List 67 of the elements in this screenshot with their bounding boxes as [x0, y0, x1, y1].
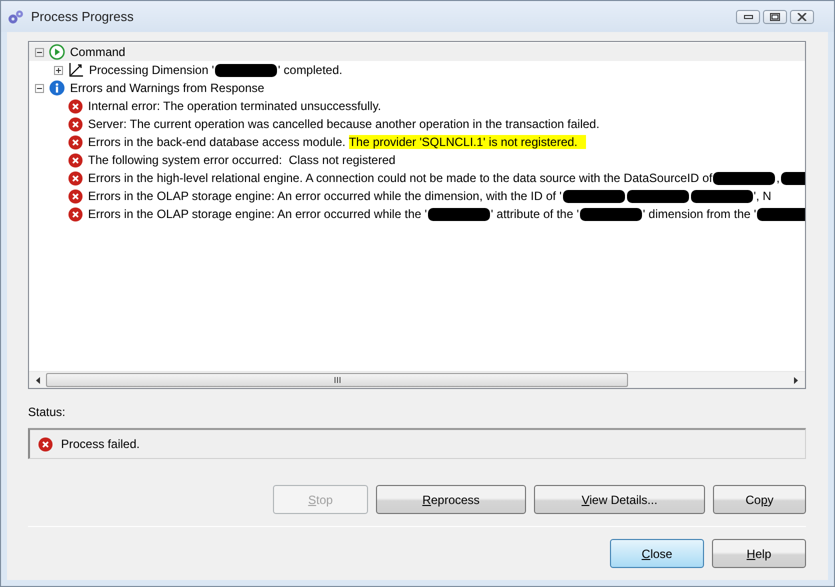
tree-item-text: ' completed. [278, 63, 342, 77]
redaction-mark [690, 190, 753, 202]
minimize-icon [744, 15, 752, 19]
action-button[interactable]: Copy [713, 485, 806, 514]
error-icon [68, 116, 83, 132]
tree-row[interactable]: Processing Dimension ' ' completed. [29, 61, 805, 79]
info-icon [49, 80, 65, 96]
redaction-mark [215, 64, 278, 76]
close-button[interactable] [790, 10, 814, 24]
tree-row[interactable]: Errors in the high-level relational engine. A connection could not be made to the data source with the DataSourceID of , [29, 169, 805, 187]
tree-item-text: Processing Dimension ' [89, 63, 214, 77]
status-text: Process failed. [61, 437, 140, 451]
tree-row[interactable]: Internal error: The operation terminated unsuccessfully. [29, 97, 805, 115]
error-icon [68, 206, 83, 222]
tree-item-text: Command [70, 45, 126, 59]
tree-item-text: Errors in the high-level relational engine. A connection could not be made to the data source with the DataSourceID of [88, 171, 712, 185]
scroll-left-icon[interactable] [35, 376, 40, 384]
tree-row[interactable]: Errors in the back-end database access module. The provider 'SQLNCLI.1' is not registered. [29, 133, 805, 151]
window-title: Process Progress [31, 9, 135, 24]
scrollbar-thumb[interactable] [46, 373, 628, 387]
expand-icon[interactable] [54, 66, 63, 74]
tree-item-text: Server: The current operation was cancelled because another operation in the transaction failed. [88, 117, 600, 131]
action-button[interactable]: Reprocess [376, 485, 526, 514]
redaction-mark [580, 208, 642, 220]
minimize-button[interactable] [736, 10, 760, 24]
collapse-icon[interactable] [35, 48, 44, 56]
tree-item-text: The following system error occurred: Class not registered [88, 153, 396, 167]
tree-item-text: ' dimension from the ' [642, 207, 756, 221]
action-button[interactable]: View Details... [534, 485, 705, 514]
dialog-button[interactable]: Close [610, 539, 704, 568]
dialog-button[interactable]: Help [712, 539, 806, 568]
error-icon [38, 436, 53, 452]
redaction-mark [428, 208, 490, 220]
tree-row[interactable]: Errors in the OLAP storage engine: An error occurred while the dimension, with the ID of ' ', N [29, 187, 805, 205]
tree-row[interactable]: The following system error occurred: Class not registered [29, 151, 805, 169]
horizontal-scrollbar[interactable] [29, 371, 805, 388]
error-icon [68, 188, 83, 204]
tree-row[interactable]: Errors and Warnings from Response [29, 79, 805, 97]
error-icon [68, 152, 83, 168]
play-icon [49, 44, 65, 60]
tree-item-text: Errors in the OLAP storage engine: An error occurred while the ' [88, 207, 427, 221]
axis-icon [68, 62, 84, 78]
highlighted-text: The provider 'SQLNCLI.1' is not registered. [348, 135, 586, 149]
tree-item-text: Internal error: The operation terminated unsuccessfully. [88, 99, 382, 113]
redaction-mark [713, 172, 776, 184]
tree-item-text: Errors in the OLAP storage engine: An error occurred while the dimension, with the ID of ' [88, 189, 562, 203]
redaction-mark [562, 190, 625, 202]
error-icon [68, 134, 83, 150]
tree-item-text: Errors and Warnings from Response [70, 81, 264, 95]
tree-row[interactable]: Server: The current operation was cancelled because another operation in the transaction failed. [29, 115, 805, 133]
tree-item-text: ', N [754, 189, 772, 203]
gears-icon [7, 8, 25, 24]
collapse-icon[interactable] [35, 84, 44, 92]
error-icon [68, 98, 83, 114]
redaction-mark [757, 208, 805, 220]
tree-item-text: Errors in the back-end database access module. [88, 135, 346, 149]
tree-row[interactable]: Command [29, 43, 805, 61]
redaction-mark [626, 190, 689, 202]
error-icon [68, 170, 83, 186]
scroll-right-icon[interactable] [794, 376, 799, 384]
maximize-button[interactable] [763, 10, 787, 24]
tree-item-text: , [776, 171, 780, 185]
tree-item-text: ' attribute of the ' [490, 207, 579, 221]
maximize-icon [770, 13, 780, 21]
status-label: Status: [28, 405, 66, 419]
tree-row[interactable]: Errors in the OLAP storage engine: An error occurred while the ' ' attribute of the ' ' dimension from the ' [29, 205, 805, 223]
close-icon [797, 13, 807, 21]
